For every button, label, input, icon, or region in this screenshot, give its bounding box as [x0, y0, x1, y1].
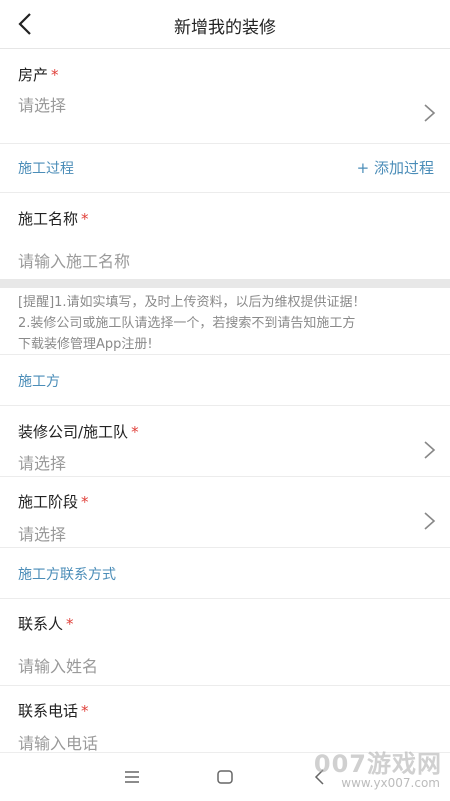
contact-phone-input[interactable]: 请输入电话 [18, 730, 98, 754]
property-label: 房产 * [18, 66, 59, 84]
contact-person-field: 联系人 * 请输入姓名 [0, 599, 450, 685]
property-field[interactable]: 房产 * 请选择 [0, 48, 450, 143]
page-title: 新增我的装修 [174, 18, 276, 38]
notice-line: 下载装修管理App注册! [18, 337, 153, 352]
section-band [0, 279, 450, 288]
add-process-button[interactable]: + 添加过程 [357, 157, 434, 178]
home-icon[interactable] [215, 767, 235, 787]
stage-select[interactable]: 请选择 [18, 521, 66, 545]
contractor-section-title: 施工方 [18, 374, 60, 390]
contact-phone-field: 联系电话 * 请输入电话 [0, 686, 450, 754]
process-section-title: 施工过程 [18, 161, 74, 177]
watermark-url: www.yx007.com [341, 776, 440, 790]
company-label: 装修公司/施工队 * [18, 423, 139, 441]
notice-text: [提醒]1.请如实填写，及时上传资料，以后为维权提供证据！ 2.装修公司或施工队… [18, 292, 438, 355]
notice-line: [提醒]1.请如实填写，及时上传资料，以后为维权提供证据！ [18, 295, 366, 310]
watermark-logo: 007游戏网 [313, 750, 442, 778]
chevron-right-icon[interactable] [422, 511, 436, 531]
company-field[interactable]: 装修公司/施工队 * 请选择 [0, 406, 450, 476]
top-bar: 新增我的装修 [0, 0, 450, 49]
process-section: 施工过程 + 添加过程 [0, 144, 450, 192]
chevron-right-icon[interactable] [422, 440, 436, 460]
contact-section: 施工方联系方式 [0, 548, 450, 598]
stage-field[interactable]: 施工阶段 * 请选择 [0, 477, 450, 547]
construction-name-input[interactable]: 请输入施工名称 [18, 248, 130, 272]
stage-label: 施工阶段 * [18, 493, 89, 511]
contractor-section: 施工方 [0, 355, 450, 405]
contact-person-label: 联系人 * [18, 615, 74, 633]
company-select[interactable]: 请选择 [18, 450, 66, 474]
notice-line: 2.装修公司或施工队请选择一个，若搜索不到请告知施工方 [18, 316, 356, 331]
contact-phone-label: 联系电话 * [18, 702, 89, 720]
property-select[interactable]: 请选择 [18, 92, 66, 116]
menu-icon[interactable] [122, 767, 142, 787]
construction-name-field: 施工名称 * 请输入施工名称 [0, 193, 450, 279]
contact-person-input[interactable]: 请输入姓名 [18, 653, 98, 677]
contact-section-title: 施工方联系方式 [18, 567, 116, 583]
chevron-right-icon[interactable] [422, 103, 436, 123]
construction-name-label: 施工名称 * [18, 210, 89, 228]
